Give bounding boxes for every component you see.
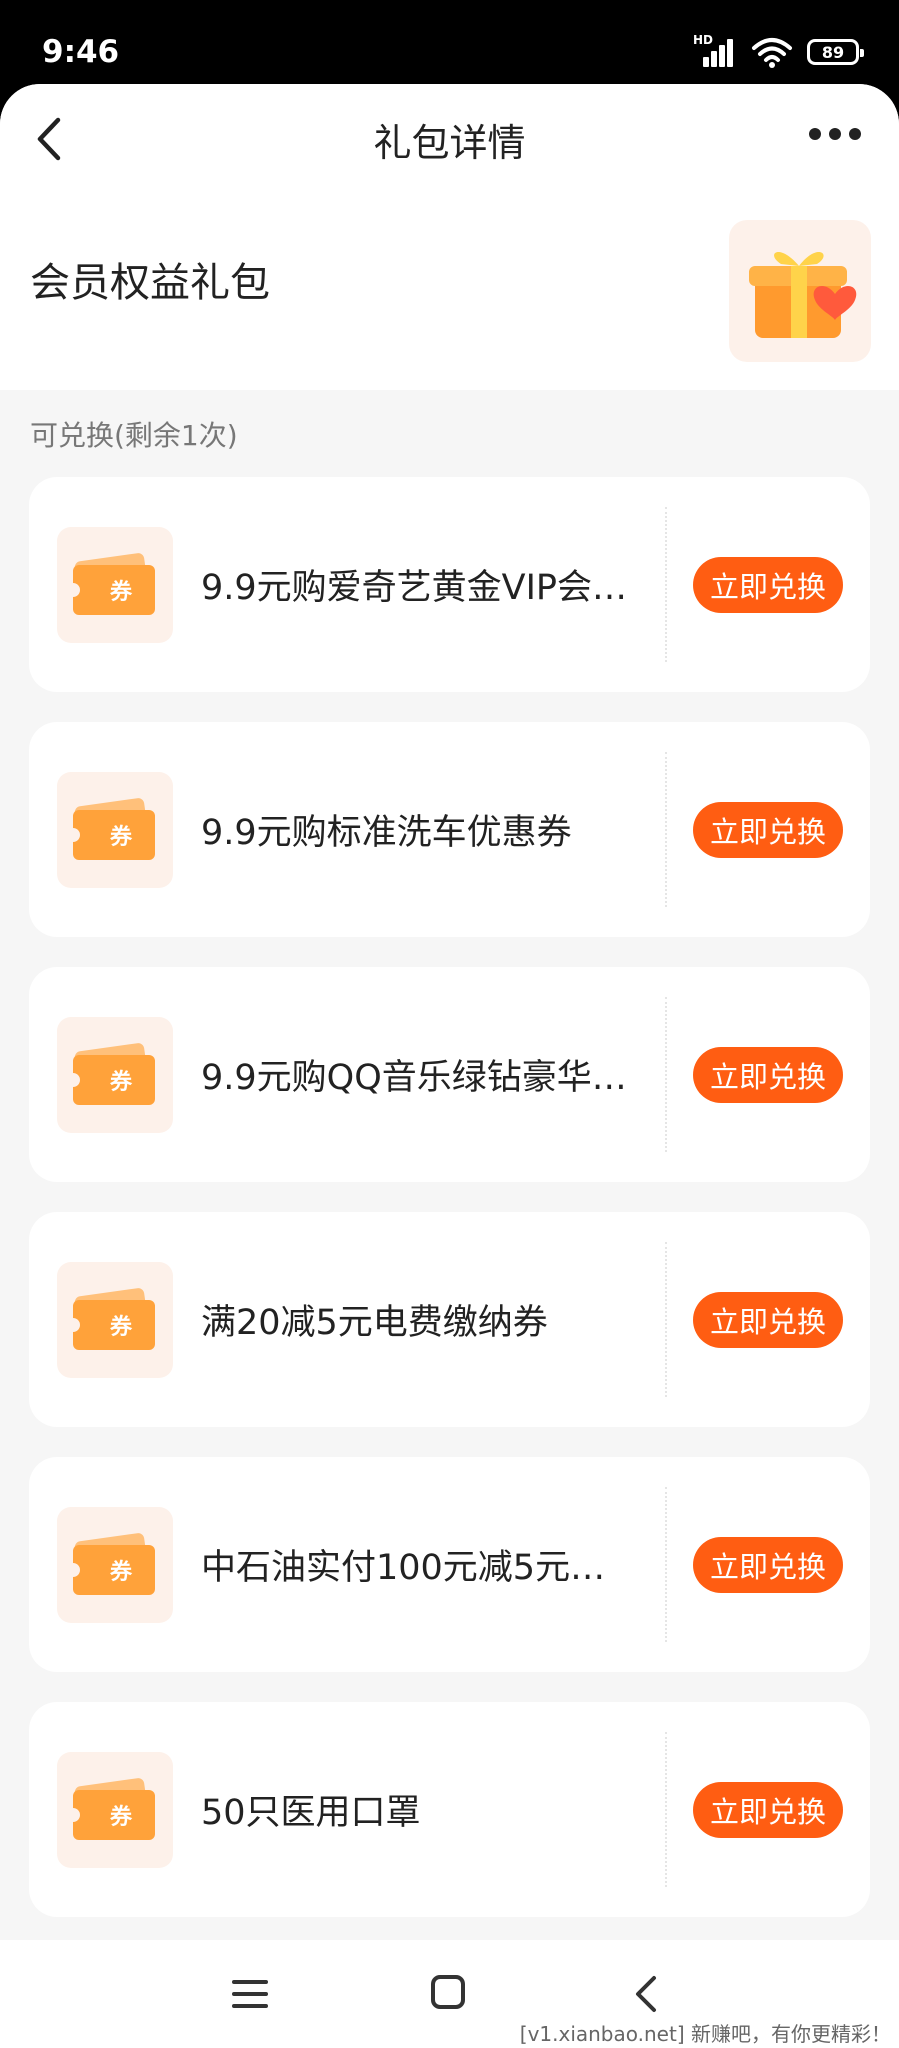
redeem-button[interactable]: 立即兑换	[693, 1047, 843, 1103]
coupon-glyph: 券	[109, 824, 133, 850]
section-label: 可兑换(剩余1次)	[30, 419, 238, 452]
divider	[665, 1732, 667, 1887]
redeem-button[interactable]: 立即兑换	[693, 1537, 843, 1593]
system-nav-bar: [v1.xianbao.net] 新赚吧，有你更精彩！	[0, 1940, 899, 2048]
wifi-icon	[752, 38, 792, 68]
more-options-icon[interactable]	[809, 128, 869, 148]
coupon-ticket-icon: 券	[57, 527, 173, 643]
item-title: 50只医用口罩	[201, 1793, 421, 1833]
redeem-button[interactable]: 立即兑换	[693, 1782, 843, 1838]
item-title: 9.9元购标准洗车优惠券	[201, 813, 572, 853]
status-icons: HD 89	[693, 33, 864, 68]
list-item: 券 9.9元购QQ音乐绿钻豪华… 立即兑换	[29, 967, 870, 1182]
divider	[665, 997, 667, 1152]
item-title: 中石油实付100元减5元…	[201, 1548, 606, 1588]
coupon-ticket-icon: 券	[57, 1507, 173, 1623]
status-bar: 9:46 HD 89	[0, 0, 899, 84]
list-item: 券 9.9元购标准洗车优惠券 立即兑换	[29, 722, 870, 937]
coupon-ticket-icon: 券	[57, 1752, 173, 1868]
hd-badge: HD	[693, 33, 714, 47]
redeem-button[interactable]: 立即兑换	[693, 802, 843, 858]
coupon-ticket-icon: 券	[57, 1017, 173, 1133]
redeem-button[interactable]: 立即兑换	[693, 557, 843, 613]
gift-header: 会员权益礼包	[0, 192, 899, 390]
watermark-text: [v1.xianbao.net] 新赚吧，有你更精彩！	[519, 2022, 891, 2046]
list-item: 券 9.9元购爱奇艺黄金VIP会… 立即兑换	[29, 477, 870, 692]
coupon-list: 券 9.9元购爱奇艺黄金VIP会… 立即兑换 券 9.9元购标准洗车优惠券 立即…	[29, 477, 870, 1947]
item-title: 9.9元购QQ音乐绿钻豪华…	[201, 1058, 627, 1098]
coupon-glyph: 券	[109, 1069, 133, 1095]
home-square-icon[interactable]	[430, 1974, 466, 2010]
divider	[665, 507, 667, 662]
page-title: 礼包详情	[373, 121, 526, 165]
gift-box-heart-icon	[729, 220, 871, 362]
coupon-glyph: 券	[109, 1559, 133, 1585]
battery-icon: 89	[807, 39, 864, 65]
cellular-signal-icon: HD	[693, 33, 737, 67]
status-time: 9:46	[42, 34, 120, 70]
battery-level: 89	[821, 42, 845, 62]
coupon-glyph: 券	[109, 1314, 133, 1340]
gift-title: 会员权益礼包	[30, 260, 270, 306]
divider	[665, 1242, 667, 1397]
back-chevron-icon[interactable]	[632, 1974, 660, 2014]
top-nav: 礼包详情	[0, 84, 899, 192]
list-item: 券 满20减5元电费缴纳券 立即兑换	[29, 1212, 870, 1427]
divider	[665, 1487, 667, 1642]
coupon-ticket-icon: 券	[57, 1262, 173, 1378]
item-title: 9.9元购爱奇艺黄金VIP会…	[201, 568, 628, 608]
page-sheet: 礼包详情 会员权益礼包 可兑换(剩余1次) 券 9.9元购爱奇艺黄金VIP会… …	[0, 84, 899, 2048]
redeem-button[interactable]: 立即兑换	[693, 1292, 843, 1348]
coupon-ticket-icon: 券	[57, 772, 173, 888]
coupon-glyph: 券	[109, 579, 133, 605]
list-item: 券 中石油实付100元减5元… 立即兑换	[29, 1457, 870, 1672]
list-item: 券 50只医用口罩 立即兑换	[29, 1702, 870, 1917]
item-title: 满20减5元电费缴纳券	[201, 1303, 548, 1343]
divider	[665, 752, 667, 907]
coupon-glyph: 券	[109, 1804, 133, 1830]
menu-icon[interactable]	[232, 1976, 268, 2012]
